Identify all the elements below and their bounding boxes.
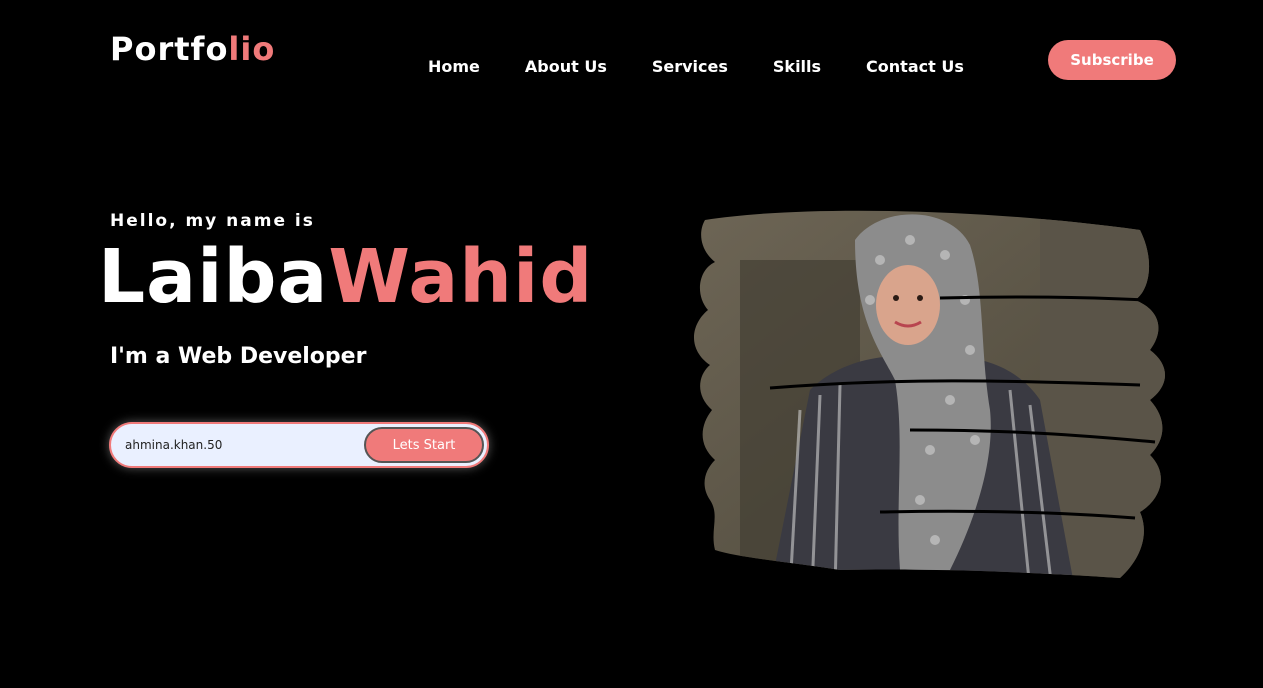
email-form: Lets Start — [109, 422, 489, 468]
page: Portfolio Home About Us Services Skills … — [0, 0, 1263, 688]
lets-start-button[interactable]: Lets Start — [364, 427, 484, 463]
nav-contact-us[interactable]: Contact Us — [866, 57, 964, 76]
email-input[interactable] — [125, 424, 355, 466]
nav-skills[interactable]: Skills — [773, 57, 821, 76]
logo[interactable]: Portfolio — [110, 33, 275, 65]
main-nav: Home About Us Services Skills Contact Us — [428, 57, 964, 76]
first-name: Laiba — [98, 234, 329, 320]
role-text: I'm a Web Developer — [110, 344, 367, 369]
logo-accent: lio — [228, 30, 276, 68]
subscribe-button[interactable]: Subscribe — [1048, 40, 1176, 80]
logo-main: Portfo — [110, 30, 229, 68]
greeting-text: Hello, my name is — [110, 211, 315, 231]
profile-photo — [694, 210, 1165, 579]
hero-name: LaibaWahid — [98, 240, 593, 314]
nav-home[interactable]: Home — [428, 57, 480, 76]
nav-services[interactable]: Services — [652, 57, 728, 76]
last-name: Wahid — [328, 234, 594, 320]
nav-about-us[interactable]: About Us — [525, 57, 607, 76]
